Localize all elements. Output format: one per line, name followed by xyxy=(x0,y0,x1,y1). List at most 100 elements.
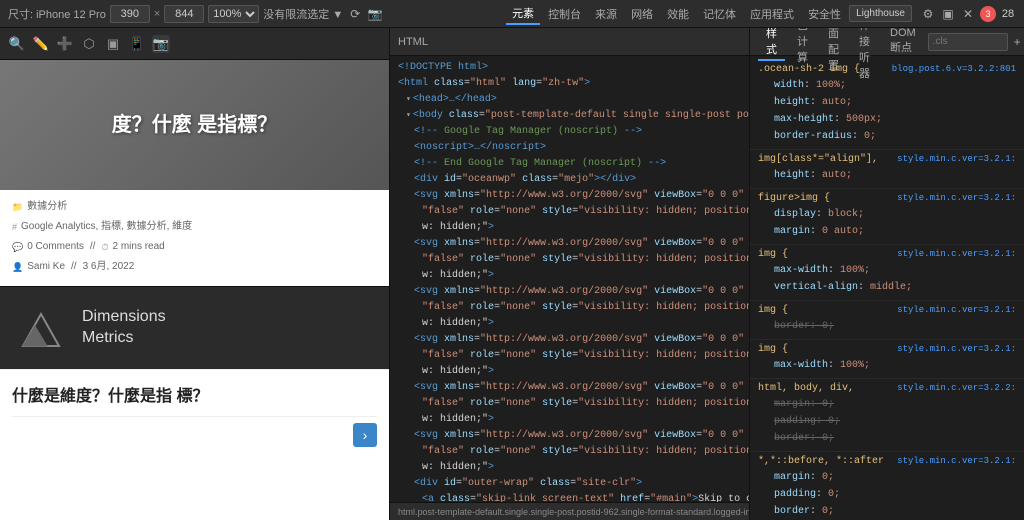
rule-header: figure>img { style.min.c.ver=3.2.1: xyxy=(758,193,1016,206)
style-source[interactable]: style.min.c.ver=3.2.2: xyxy=(897,383,1016,396)
style-selector: .ocean-sh-2 img { xyxy=(758,64,860,75)
style-rule: figure>img { style.min.c.ver=3.2.1: disp… xyxy=(750,189,1024,245)
style-line: margin: 0 auto; xyxy=(758,223,1016,240)
article-card: 度？什麼 是指標？ 📁 數據分析 # Google Analytics, 指標,… xyxy=(0,60,389,286)
style-line: height: auto; xyxy=(758,94,1016,111)
code-line: <svg xmlns="http://www.w3.org/2000/svg" … xyxy=(390,236,749,252)
code-line: <div id="outer-wrap" class="site-clr"> xyxy=(390,476,749,492)
tab-console[interactable]: 控制台 xyxy=(542,4,587,24)
responsive-label[interactable]: 没有限流选定 ▼ xyxy=(263,6,343,22)
device-label: 尺寸: iPhone 12 Pro xyxy=(8,6,106,22)
middle-toolbar: HTML xyxy=(390,28,749,56)
style-rule: .ocean-sh-2 img { blog.post.6.v=3.2.2:80… xyxy=(750,60,1024,150)
style-source[interactable]: style.min.c.ver=3.2.1: xyxy=(897,456,1016,469)
tab-application[interactable]: 应用程式 xyxy=(744,4,800,24)
style-source[interactable]: style.min.c.ver=3.2.1: xyxy=(897,249,1016,262)
code-line: <html class="html" lang="zh-tw"> xyxy=(390,76,749,92)
phone-icon[interactable]: 📱 xyxy=(128,35,146,53)
edit-icon[interactable]: ✏️ xyxy=(32,35,50,53)
tab-dom-breakpoints[interactable]: DOM 断点 xyxy=(882,28,924,59)
width-input[interactable] xyxy=(110,5,150,23)
user-icon: 👤 xyxy=(12,259,23,275)
bottom-card-actions: › xyxy=(12,423,377,447)
tab-sources[interactable]: 来源 xyxy=(589,4,623,24)
html-code-view[interactable]: <!DOCTYPE html> <html class="html" lang=… xyxy=(390,56,749,502)
plus-icon[interactable]: + xyxy=(1014,35,1021,49)
zoom-select[interactable]: 100% xyxy=(208,5,259,23)
middle-toolbar-label: HTML xyxy=(398,36,428,48)
rotate-icon[interactable]: ⟳ xyxy=(347,6,363,22)
style-selector: html, body, div, xyxy=(758,383,854,394)
style-line: padding: 0; xyxy=(758,486,1016,503)
meta-category: 📁 數據分析 xyxy=(12,198,377,216)
lighthouse-button[interactable]: Lighthouse xyxy=(849,5,912,22)
styles-content[interactable]: .ocean-sh-2 img { blog.post.6.v=3.2.2:80… xyxy=(750,56,1024,520)
dimensions-svg-icon xyxy=(19,306,63,350)
code-line: <svg xmlns="http://www.w3.org/2000/svg" … xyxy=(390,380,749,396)
grid-icon[interactable]: ▣ xyxy=(104,35,122,53)
rule-header: .ocean-sh-2 img { blog.post.6.v=3.2.2:80… xyxy=(758,64,1016,77)
style-source[interactable]: blog.post.6.v=3.2.2:801 xyxy=(892,64,1016,77)
time-label: 28 xyxy=(1000,6,1016,22)
rule-header: img[class*="align"], style.min.c.ver=3.2… xyxy=(758,154,1016,167)
top-bar: 尺寸: iPhone 12 Pro × 100% 没有限流选定 ▼ ⟳ 📷 元素… xyxy=(0,0,1024,28)
hex-icon[interactable]: ⬡ xyxy=(80,35,98,53)
code-line: "false" role="none" style="visibility: h… xyxy=(390,300,749,316)
top-bar-actions: ⚙ ▣ ✕ 3 28 xyxy=(920,6,1016,22)
style-line: margin: 0; xyxy=(758,396,1016,413)
inspect-icon[interactable]: 🔍 xyxy=(8,35,26,53)
code-line: w: hidden;"> xyxy=(390,412,749,428)
clock-icon: ⏱ xyxy=(101,239,108,255)
tab-elements[interactable]: 元素 xyxy=(506,3,540,25)
dock-icon[interactable]: ▣ xyxy=(940,6,956,22)
screenshot-icon[interactable]: 📷 xyxy=(367,6,383,22)
tab-performance[interactable]: 效能 xyxy=(661,4,695,24)
meta-author: 👤 Sami Ke // 3 6月, 2022 xyxy=(12,258,377,276)
style-source[interactable]: style.min.c.ver=3.2.1: xyxy=(897,193,1016,206)
add-icon[interactable]: ➕ xyxy=(56,35,74,53)
meta-separator-1: // xyxy=(90,238,96,256)
tab-memory[interactable]: 记忆体 xyxy=(697,4,742,24)
main-content: 🔍 ✏️ ➕ ⬡ ▣ 📱 📷 度？什麼 是指標？ 📁 數據分析 xyxy=(0,28,1024,520)
settings-icon[interactable]: ⚙ xyxy=(920,6,936,22)
style-source[interactable]: style.min.c.ver=3.2.1: xyxy=(897,305,1016,318)
rule-header: *,*::before, *::after style.min.c.ver=3.… xyxy=(758,456,1016,469)
style-source[interactable]: style.min.c.ver=3.2.1: xyxy=(897,344,1016,357)
meta-comments: 💬 0 Comments // ⏱ 2 mins read xyxy=(12,238,377,256)
style-selector: img { xyxy=(758,249,788,260)
style-source[interactable]: style.min.c.ver=3.2.1: xyxy=(897,154,1016,167)
camera-icon[interactable]: 📷 xyxy=(152,35,170,53)
style-line: max-height: 500px; xyxy=(758,111,1016,128)
meta-separator-2: // xyxy=(71,258,77,276)
height-input[interactable] xyxy=(164,5,204,23)
style-rule: img[class*="align"], style.min.c.ver=3.2… xyxy=(750,150,1024,189)
close-icon[interactable]: ✕ xyxy=(960,6,976,22)
bottom-card-button[interactable]: › xyxy=(353,423,377,447)
browser-toolbar: 🔍 ✏️ ➕ ⬡ ▣ 📱 📷 xyxy=(0,28,389,60)
style-rule: *,*::before, *::after style.min.c.ver=3.… xyxy=(750,452,1024,520)
style-line: width: 100%; xyxy=(758,77,1016,94)
style-line: border: 0; xyxy=(758,503,1016,520)
code-line: <!-- End Google Tag Manager (noscript) -… xyxy=(390,156,749,172)
style-line: max-width: 100%; xyxy=(758,262,1016,279)
rule-header: html, body, div, style.min.c.ver=3.2.2: xyxy=(758,383,1016,396)
toolbar-icons: 🔍 ✏️ ➕ ⬡ ▣ 📱 📷 xyxy=(8,35,170,53)
style-selector: figure>img { xyxy=(758,193,830,204)
bottom-card-title: 什麼是維度？什麼是指 標？ xyxy=(12,386,377,408)
code-line: "false" role="none" style="visibility: h… xyxy=(390,204,749,220)
code-line: <!DOCTYPE html> xyxy=(390,60,749,76)
right-panel: 样式 已计算 版面配置 事件接听器 DOM 断点 + ⚙ ↺ 🎨 .ocean-… xyxy=(750,28,1024,520)
style-line: max-width: 100%; xyxy=(758,357,1016,374)
tab-security[interactable]: 安全性 xyxy=(802,4,847,24)
code-line: "false" role="none" style="visibility: h… xyxy=(390,444,749,460)
devtools-tabs: 元素 控制台 来源 网络 效能 记忆体 应用程式 安全性 Lighthouse xyxy=(506,3,912,25)
filter-input[interactable] xyxy=(928,33,1008,51)
right-toolbar: 样式 已计算 版面配置 事件接听器 DOM 断点 + ⚙ ↺ 🎨 xyxy=(750,28,1024,56)
rule-header: img { style.min.c.ver=3.2.1: xyxy=(758,305,1016,318)
code-line: <svg xmlns="http://www.w3.org/2000/svg" … xyxy=(390,188,749,204)
tab-network[interactable]: 网络 xyxy=(625,4,659,24)
style-line: border-radius: 0; xyxy=(758,128,1016,145)
style-line: border: 0; xyxy=(758,318,1016,335)
meta-tags: # Google Analytics, 指標, 數據分析, 維度 xyxy=(12,218,377,236)
code-line: w: hidden;"> xyxy=(390,364,749,380)
